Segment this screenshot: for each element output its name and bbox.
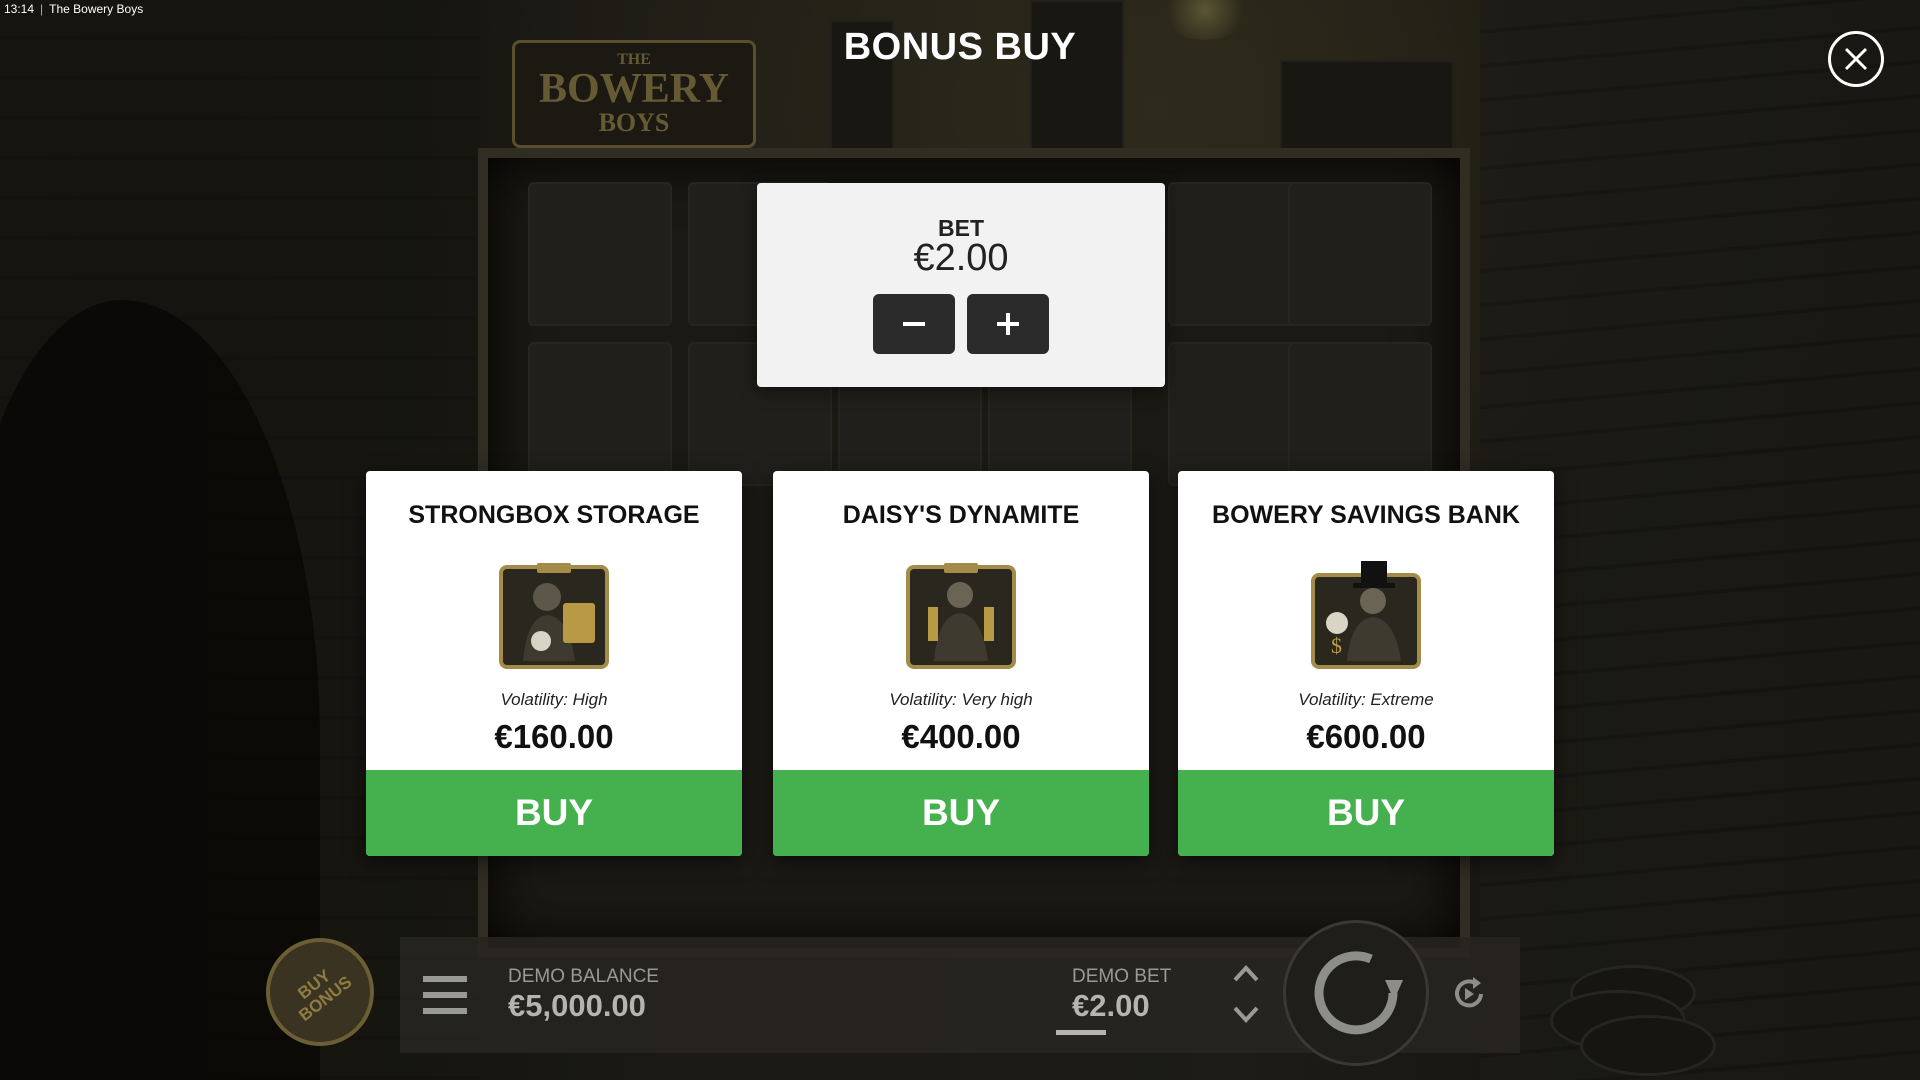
bonus-title: BOWERY SAVINGS BANK bbox=[1212, 501, 1520, 529]
close-icon bbox=[1844, 47, 1868, 71]
bonus-card-strongbox: STRONGBOX STORAGE Volatility: High €160.… bbox=[366, 471, 742, 856]
bet-indicator-bar bbox=[1056, 1030, 1106, 1035]
bet-down-arrow-icon[interactable] bbox=[1232, 1004, 1260, 1026]
buy-bonus-label: BUY BONUS bbox=[294, 966, 356, 1026]
plus-icon bbox=[997, 313, 1019, 335]
modal-title: BONUS BUY bbox=[843, 26, 1077, 68]
demo-bet-label: DEMO BET bbox=[1072, 966, 1172, 987]
window-title-strip: 13:14 | The Bowery Boys bbox=[4, 2, 143, 16]
bonus-card-bank: BOWERY SAVINGS BANK $ Volatility: Extrem… bbox=[1178, 471, 1554, 856]
strongbox-character-icon bbox=[499, 563, 609, 669]
bonus-volatility: Volatility: Extreme bbox=[1298, 690, 1434, 709]
dynamite-character-icon bbox=[906, 563, 1016, 669]
title-separator: | bbox=[40, 2, 44, 16]
bonus-title: STRONGBOX STORAGE bbox=[408, 501, 700, 529]
bonus-volatility: Volatility: High bbox=[500, 690, 608, 709]
spin-button[interactable] bbox=[1283, 920, 1429, 1066]
balance-label: DEMO BALANCE bbox=[508, 966, 659, 987]
menu-button[interactable] bbox=[404, 937, 486, 1053]
buy-strongbox-button[interactable]: BUY bbox=[366, 770, 742, 856]
close-button[interactable] bbox=[1828, 31, 1884, 87]
bonus-volatility: Volatility: Very high bbox=[889, 690, 1033, 709]
bonus-price: €600.00 bbox=[1306, 718, 1426, 755]
buy-dynamite-button[interactable]: BUY bbox=[773, 770, 1149, 856]
autoplay-icon[interactable] bbox=[1447, 972, 1491, 1016]
minus-icon bbox=[903, 322, 925, 326]
bet-value: €2.00 bbox=[913, 237, 1009, 279]
buy-bank-button[interactable]: BUY bbox=[1178, 770, 1554, 856]
demo-bet-value: €2.00 bbox=[1072, 988, 1150, 1023]
increase-bet-button[interactable] bbox=[967, 294, 1049, 354]
bonus-title: DAISY'S DYNAMITE bbox=[842, 501, 1080, 529]
buy-bonus-button[interactable]: BUY BONUS bbox=[266, 938, 374, 1046]
window-time: 13:14 bbox=[4, 2, 35, 16]
bonus-price: €160.00 bbox=[494, 718, 614, 755]
spin-arrow-icon bbox=[1314, 951, 1403, 1035]
window-title: The Bowery Boys bbox=[49, 2, 144, 16]
bonus-price: €400.00 bbox=[901, 718, 1021, 755]
bonus-card-dynamite: DAISY'S DYNAMITE Volatility: Very high €… bbox=[773, 471, 1149, 856]
decrease-bet-button[interactable] bbox=[873, 294, 955, 354]
bet-up-arrow-icon[interactable] bbox=[1232, 962, 1260, 984]
balance-value: €5,000.00 bbox=[508, 988, 646, 1023]
bet-panel: BET €2.00 bbox=[757, 183, 1165, 387]
hamburger-menu-icon bbox=[423, 976, 467, 1014]
svg-text:$: $ bbox=[1331, 633, 1342, 658]
bank-character-icon: $ bbox=[1311, 561, 1421, 669]
